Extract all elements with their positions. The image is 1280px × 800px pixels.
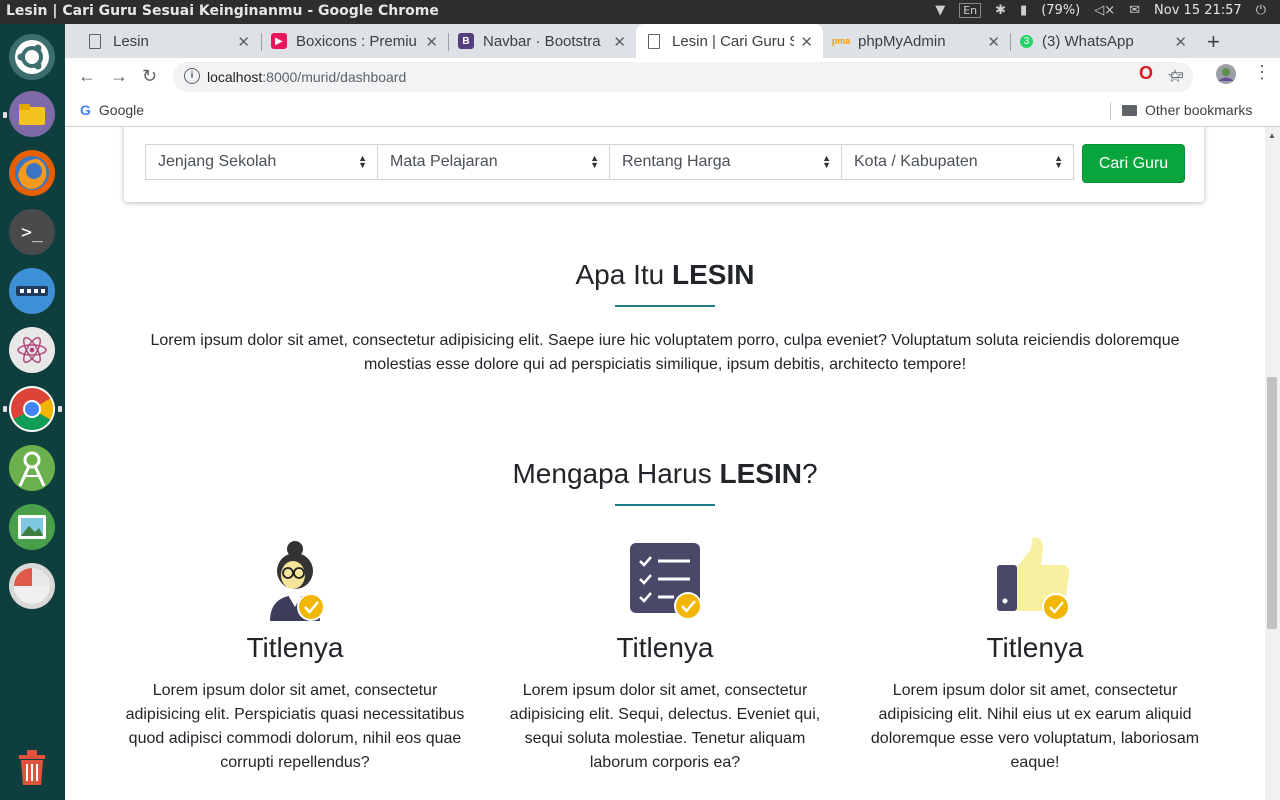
select-arrows-icon: ▲ ▼ [590,153,599,170]
tab-whatsapp[interactable]: 3 (3) WhatsApp ✕ [1010,24,1197,58]
terminal-icon[interactable]: >_ [9,209,55,255]
chrome-icon[interactable] [9,386,55,432]
kota-kabupaten-select[interactable]: Kota / Kabupaten ▲ ▼ [841,144,1074,180]
tab-lesin[interactable]: Lesin ✕ [65,24,260,58]
new-tab-button[interactable]: + [1207,29,1220,55]
back-icon[interactable]: ← [78,66,96,87]
site-info-icon[interactable]: i [184,68,200,84]
system-top-bar: Lesin | Cari Guru Sesuai Keinginanmu - G… [0,0,1280,24]
page-icon [89,33,101,49]
select-arrows-icon: ▲ ▼ [358,153,367,170]
thumbs-up-icon [995,537,1070,623]
launcher: >_ [0,24,65,800]
navigation-bar: ← → ↻ i localhost:8000/murid/dashboard ☆… [65,58,1280,96]
checklist-icon [630,537,702,623]
tab-bootstrap[interactable]: B Navbar · Bootstra ✕ [448,24,636,58]
volume-icon[interactable]: ◁× [1094,3,1115,18]
bookmark-google[interactable]: G Google [80,102,144,118]
google-icon: G [80,102,91,118]
close-tab-icon[interactable]: ✕ [987,33,1000,51]
cast-extension-icon[interactable]: ▭ [1170,65,1184,83]
firefox-icon[interactable] [9,150,55,196]
scrollbar-thumb[interactable] [1267,377,1277,629]
close-tab-icon[interactable]: ✕ [613,33,626,51]
close-tab-icon[interactable]: ✕ [425,33,438,51]
select-arrows-icon: ▲ ▼ [1054,153,1063,170]
teacher-search-card: Jenjang Sekolah ▲ ▼ Mata Pelajaran ▲ ▼ Ren… [124,127,1204,202]
wifi-icon[interactable]: ▼ [935,3,945,18]
feature-text: Lorem ipsum dolor sit amet, consectetur … [870,682,1200,771]
bookmarks-bar: G Google Other bookmarks [65,96,1280,127]
phpmyadmin-favicon-icon: pma [831,36,851,46]
page-icon [648,33,660,49]
close-tab-icon[interactable]: ✕ [800,33,813,51]
about-text: Lorem ipsum dolor sit amet, consectetur … [150,332,1180,373]
bluetooth-icon[interactable]: ✱ [995,3,1006,18]
whatsapp-favicon-icon: 3 [1020,34,1033,48]
trash-icon[interactable] [9,744,55,790]
teacher-icon [260,537,330,623]
why-underline [615,504,715,506]
bootstrap-favicon-icon: B [458,33,474,49]
feature-title: Titlenya [986,632,1084,663]
jenjang-sekolah-select[interactable]: Jenjang Sekolah ▲ ▼ [145,144,378,180]
chrome-menu-icon[interactable]: ⋮ [1253,62,1271,83]
opera-extension-icon[interactable]: O [1139,63,1153,84]
tab-phpmyadmin[interactable]: pma phpMyAdmin ✕ [823,24,1010,58]
close-tab-icon[interactable]: ✕ [237,33,250,51]
address-url[interactable]: localhost:8000/murid/dashboard [207,69,406,85]
ubuntu-dash-icon[interactable] [9,34,55,80]
close-tab-icon[interactable]: ✕ [1174,33,1187,51]
address-bar[interactable]: i localhost:8000/murid/dashboard ☆ [173,62,1193,92]
feature-title: Titlenya [616,632,714,663]
window-title: Lesin | Cari Guru Sesuai Keinginanmu - G… [6,3,439,19]
atom-icon[interactable] [9,327,55,373]
mata-pelajaran-select[interactable]: Mata Pelajaran ▲ ▼ [377,144,610,180]
reload-icon[interactable]: ↻ [142,66,157,87]
battery-percent: (79%) [1041,3,1081,18]
select-arrows-icon: ▲ ▼ [822,153,831,170]
why-heading: Mengapa Harus LESIN? [512,458,818,489]
tab-strip: Lesin ✕ ▶ Boxicons : Premiu ✕ B Navbar ·… [65,24,1280,58]
about-heading: Apa Itu LESIN [575,259,755,290]
feature-text: Lorem ipsum dolor sit amet, consectetur … [125,682,465,771]
feature-text: Lorem ipsum dolor sit amet, consectetur … [509,682,821,771]
about-underline [615,305,715,307]
remote-desktop-icon[interactable] [9,268,55,314]
mail-icon[interactable]: ✉ [1129,3,1140,18]
tab-lesin-active[interactable]: Lesin | Cari Guru S ✕ [636,24,823,58]
browser-chrome: Lesin ✕ ▶ Boxicons : Premiu ✕ B Navbar ·… [65,24,1280,127]
scroll-up-icon[interactable]: ▲ [1268,131,1276,140]
disk-usage-icon[interactable] [9,563,55,609]
forward-icon[interactable]: → [110,66,128,87]
system-tray: ▼ En ✱ ▮ (79%) ◁× ✉ Nov 15 21:57 ⏻ [935,3,1266,18]
page-content: Jenjang Sekolah ▲ ▼ Mata Pelajaran ▲ ▼ Ren… [65,127,1265,800]
image-viewer-icon[interactable] [9,504,55,550]
tab-boxicons[interactable]: ▶ Boxicons : Premiu ✕ [261,24,448,58]
rentang-harga-select[interactable]: Rentang Harga ▲ ▼ [609,144,842,180]
clock[interactable]: Nov 15 21:57 [1154,3,1242,18]
android-studio-icon[interactable] [9,445,55,491]
power-icon[interactable]: ⏻ [1256,3,1266,18]
boxicons-favicon-icon: ▶ [271,33,287,49]
other-bookmarks[interactable]: Other bookmarks [1122,102,1252,118]
profile-avatar-icon[interactable] [1215,63,1237,90]
page-scrollbar[interactable]: ▲ [1265,127,1280,800]
folder-icon [1122,104,1137,116]
battery-icon[interactable]: ▮ [1020,3,1027,18]
feature-title: Titlenya [246,632,344,663]
files-icon[interactable] [9,91,55,137]
cari-guru-button[interactable]: Cari Guru [1082,144,1185,183]
keyboard-layout-icon[interactable]: En [959,3,982,18]
